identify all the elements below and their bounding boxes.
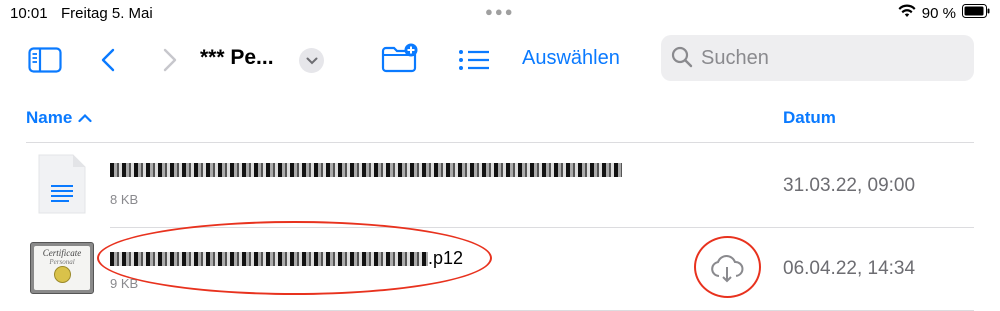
new-folder-button[interactable] bbox=[380, 42, 420, 74]
search-icon bbox=[671, 46, 693, 73]
column-header-name[interactable]: Name bbox=[26, 108, 92, 128]
new-folder-icon bbox=[381, 43, 418, 73]
search-field[interactable]: Suchen bbox=[661, 35, 974, 81]
column-header-date[interactable]: Datum bbox=[783, 108, 836, 128]
file-date: 06.04.22, 14:34 bbox=[783, 258, 916, 279]
status-time: 10:01 bbox=[10, 5, 48, 22]
redacted-filename bbox=[110, 163, 622, 178]
file-name bbox=[110, 159, 622, 180]
status-right: 90 % bbox=[898, 4, 990, 22]
select-button[interactable]: Auswählen bbox=[522, 47, 620, 70]
annotation-ellipse-filename bbox=[97, 221, 492, 295]
seal-icon bbox=[54, 266, 71, 283]
file-row[interactable]: 8 KB 31.03.22, 09:00 bbox=[0, 143, 1000, 227]
document-icon bbox=[37, 153, 87, 215]
sidebar-icon bbox=[28, 47, 62, 73]
status-date: Freitag 5. Mai bbox=[61, 5, 153, 22]
battery-icon bbox=[962, 4, 990, 22]
chevron-right-icon bbox=[163, 48, 177, 72]
column-name-label: Name bbox=[26, 108, 73, 127]
back-button[interactable] bbox=[98, 46, 118, 74]
folder-title-menu-button[interactable] bbox=[299, 48, 324, 73]
file-size: 8 KB bbox=[110, 192, 139, 207]
multitasking-dots-icon[interactable]: ●●● bbox=[485, 4, 515, 19]
forward-button[interactable] bbox=[160, 46, 180, 74]
chevron-left-icon bbox=[101, 48, 115, 72]
search-placeholder: Suchen bbox=[701, 47, 769, 69]
view-options-button[interactable] bbox=[458, 46, 490, 74]
certificate-icon: Certificate Personal bbox=[30, 242, 94, 294]
annotation-ellipse-download bbox=[694, 236, 761, 298]
status-bar: 10:01 Freitag 5. Mai ●●● 90 % bbox=[0, 0, 1000, 26]
chevron-down-icon bbox=[306, 57, 317, 64]
folder-title: *** Pe... bbox=[200, 46, 274, 69]
sidebar-toggle-button[interactable] bbox=[27, 46, 63, 74]
file-date: 31.03.22, 09:00 bbox=[783, 175, 916, 196]
list-icon bbox=[459, 50, 489, 70]
battery-percent: 90 % bbox=[921, 4, 956, 22]
sort-ascending-icon bbox=[78, 113, 92, 123]
files-app-window: 10:01 Freitag 5. Mai ●●● 90 % *** Pe... … bbox=[0, 0, 1000, 311]
wifi-icon bbox=[898, 4, 916, 22]
